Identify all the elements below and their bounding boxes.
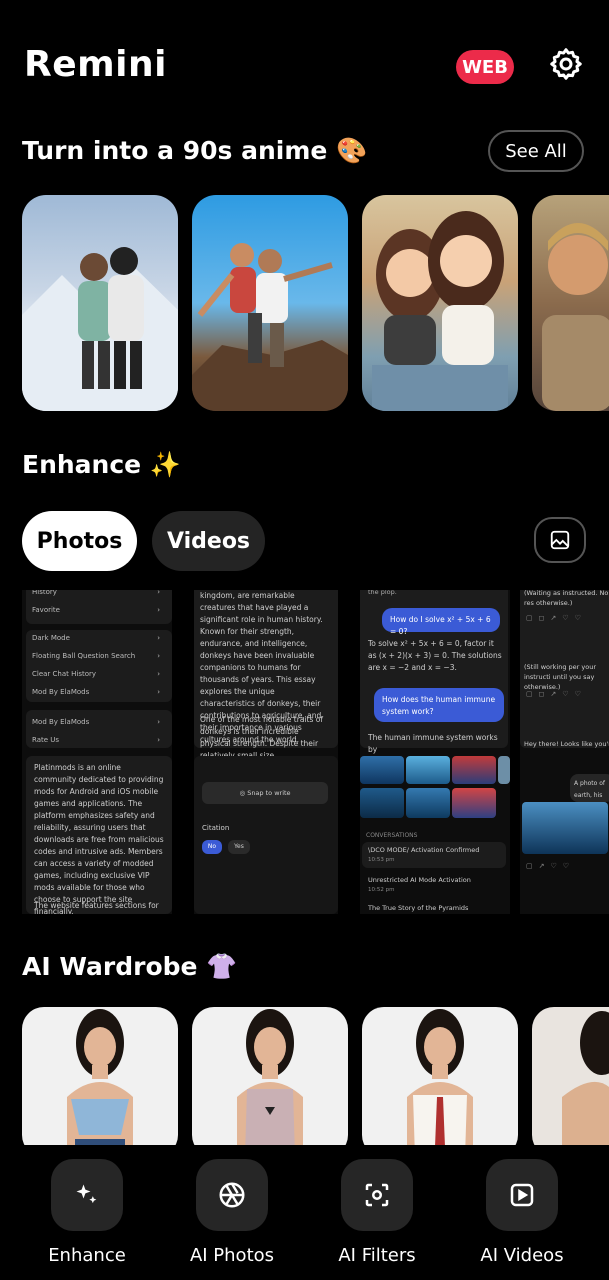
palette-icon: 🎨	[336, 136, 368, 165]
video-play-icon	[486, 1159, 558, 1231]
aperture-icon	[196, 1159, 268, 1231]
menu-mod-by: Mod By ElaMods	[32, 688, 90, 696]
wardrobe-card-4[interactable]	[532, 1007, 609, 1147]
nav-enhance[interactable]: Enhance	[22, 1159, 152, 1266]
preview1-text: Platinmods is an online community dedica…	[34, 763, 164, 914]
wardrobe-carousel[interactable]	[22, 1007, 609, 1147]
citation-no-button[interactable]: No	[202, 840, 222, 854]
wardrobe-card-3[interactable]	[362, 1007, 518, 1147]
menu-rate-us: Rate Us	[32, 736, 60, 744]
preview1-text2: The website features sections for both	[34, 901, 159, 914]
image-icon	[550, 530, 570, 550]
camera-icon: ◎	[239, 789, 246, 797]
menu-floating-ball: Floating Ball Question Search	[32, 652, 136, 660]
preview-settings-card[interactable]: History › Favorite › Dark Mode › Floating B…	[22, 590, 172, 914]
anime-carousel[interactable]	[22, 195, 609, 411]
tab-photos[interactable]: Photos	[22, 511, 137, 571]
nav-ai-photos[interactable]: AI Photos	[167, 1159, 297, 1266]
conv-item-2-time: 10:52 pm	[368, 887, 395, 893]
anime-card-skiers[interactable]	[22, 195, 178, 411]
conversations-header: CONVERSATIONS	[366, 832, 418, 839]
preview-chat-card[interactable]: the plop. How do I solve x² + 5x + 6 = 0…	[360, 590, 510, 914]
see-all-button[interactable]: See All	[488, 130, 584, 172]
answer-1: To solve x² + 5x + 6 = 0, factor it as (…	[368, 639, 502, 672]
sparkles-emoji-icon: ✨	[149, 450, 181, 479]
menu-favorite: Favorite	[32, 606, 60, 614]
question-bubble-2: How does the human immune system work?	[374, 688, 504, 722]
answer-2: The human immune system works by	[368, 733, 498, 754]
action-icons-3: ▢↗♡♡	[526, 862, 576, 870]
menu-dark-mode: Dark Mode	[32, 634, 70, 642]
action-icons-2: ▢◻↗♡♡	[526, 690, 587, 698]
snap-to-write-button[interactable]: ◎ Snap to write	[202, 782, 328, 804]
conv-item-3[interactable]: The True Story of the Pyramids	[368, 902, 468, 914]
preview4-text3: Hey there! Looks like you're t	[524, 740, 609, 748]
citation-label: Citation	[202, 824, 230, 832]
nav-ai-videos-label: AI Videos	[480, 1245, 564, 1266]
bottom-nav: Enhance AI Photos AI Filters AI Videos	[0, 1145, 609, 1280]
anime-card-hikers[interactable]	[192, 195, 348, 411]
wardrobe-card-1[interactable]	[22, 1007, 178, 1147]
nav-ai-filters-label: AI Filters	[338, 1245, 416, 1266]
wardrobe-title-text: AI Wardrobe	[22, 952, 198, 981]
menu-history: History	[32, 590, 57, 596]
preview2-text2: One of the most notable traits of donkey…	[200, 715, 323, 760]
enhance-title-text: Enhance	[22, 450, 142, 479]
web-badge[interactable]: WEB	[456, 50, 514, 84]
preview-partial-card[interactable]: (Waiting as instructed. No res otherwise…	[520, 590, 609, 914]
tab-videos[interactable]: Videos	[152, 511, 265, 571]
action-icons-1: ▢◻↗♡♡	[526, 614, 587, 622]
wardrobe-section-title: AI Wardrobe 👚	[22, 952, 237, 982]
menu-mod-by-2: Mod By ElaMods	[32, 718, 90, 726]
enhance-previews[interactable]: History › Favorite › Dark Mode › Floating B…	[22, 590, 609, 914]
nav-ai-videos[interactable]: AI Videos	[457, 1159, 587, 1266]
question-bubble-1: How do I solve x² + 5x + 6 = 0?	[382, 608, 500, 636]
conv-item-1-time: 10:53 pm	[368, 857, 395, 863]
anime-card-girls[interactable]	[362, 195, 518, 411]
citation-yes-button[interactable]: Yes	[228, 840, 250, 854]
nav-enhance-label: Enhance	[48, 1245, 126, 1266]
face-scan-icon	[341, 1159, 413, 1231]
wardrobe-card-2[interactable]	[192, 1007, 348, 1147]
nav-ai-photos-label: AI Photos	[189, 1245, 275, 1266]
preview4-text1: (Waiting as instructed. No res otherwise…	[524, 590, 609, 607]
anime-card-man[interactable]	[532, 195, 609, 411]
preview3-top: the plop.	[368, 590, 397, 596]
anime-title-text: Turn into a 90s anime	[22, 136, 328, 165]
preview4-bubble: A photo of earth, his	[570, 774, 609, 802]
preview-essay-card[interactable]: kingdom, are remarkable creatures that h…	[194, 590, 338, 914]
anime-section-title: Turn into a 90s anime 🎨	[22, 136, 367, 166]
blouse-icon: 👚	[206, 952, 238, 981]
menu-clear-chat: Clear Chat History	[32, 670, 97, 678]
app-title: Remini	[24, 44, 167, 85]
nav-ai-filters[interactable]: AI Filters	[312, 1159, 442, 1266]
enhance-section-title: Enhance ✨	[22, 450, 181, 480]
sparkles-icon	[51, 1159, 123, 1231]
gallery-button[interactable]	[534, 517, 586, 563]
gear-icon[interactable]	[548, 46, 584, 82]
snap-label: Snap to write	[247, 789, 291, 797]
